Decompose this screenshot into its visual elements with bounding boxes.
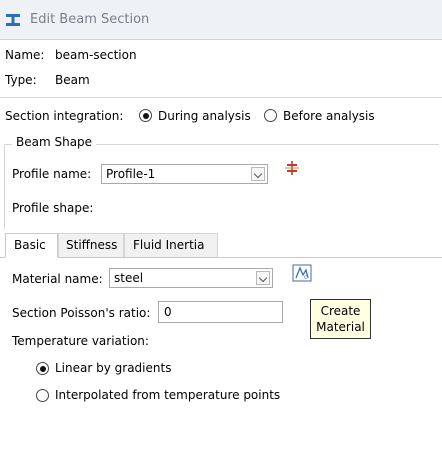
material-name-label: Material name: <box>12 272 103 286</box>
interpolated-points-radio[interactable] <box>36 389 49 402</box>
profile-shape-label: Profile shape: <box>12 201 94 215</box>
crosshair-icon[interactable] <box>284 160 300 176</box>
tooltip-line2: Material <box>316 320 365 334</box>
profile-name-value: Profile-1 <box>106 167 156 181</box>
material-name-combo[interactable]: steel <box>109 268 273 288</box>
tab-basic[interactable]: Basic <box>5 233 58 258</box>
poisson-ratio-value: 0 <box>164 305 172 319</box>
tab-fluid-inertia[interactable]: Fluid Inertia <box>124 233 218 257</box>
name-label: Name: <box>5 48 45 62</box>
type-label: Type: <box>5 73 37 87</box>
tab-stiffness-label: Stiffness <box>66 238 118 252</box>
profile-name-combo[interactable]: Profile-1 <box>101 164 268 184</box>
window-title: Edit Beam Section <box>30 12 150 27</box>
linear-gradients-radio[interactable] <box>36 362 49 375</box>
chevron-down-icon[interactable] <box>256 271 270 285</box>
tab-fluid-inertia-label: Fluid Inertia <box>133 238 205 252</box>
chevron-down-icon[interactable] <box>251 167 265 181</box>
during-analysis-radio[interactable] <box>139 109 152 122</box>
before-analysis-radio[interactable] <box>264 109 277 122</box>
beam-shape-group <box>4 144 439 229</box>
during-analysis-label[interactable]: During analysis <box>158 109 251 123</box>
tab-basic-label: Basic <box>14 238 46 252</box>
beam-shape-group-title: Beam Shape <box>12 135 97 149</box>
name-value: beam-section <box>55 48 137 62</box>
section-integration-label: Section integration: <box>5 109 124 123</box>
poisson-label: Section Poisson's ratio: <box>12 306 151 320</box>
create-material-icon[interactable]: c <box>292 264 312 282</box>
info-divider <box>0 97 442 98</box>
tab-stiffness[interactable]: Stiffness <box>58 233 124 257</box>
svg-text:c: c <box>304 274 307 281</box>
interpolated-points-label[interactable]: Interpolated from temperature points <box>55 388 280 402</box>
type-value: Beam <box>55 73 90 87</box>
temperature-variation-label: Temperature variation: <box>12 334 149 348</box>
tab-strip-line <box>0 257 442 258</box>
title-divider <box>0 39 442 40</box>
poisson-ratio-field[interactable]: 0 <box>158 301 283 323</box>
material-name-value: steel <box>114 271 144 285</box>
tooltip-line1: Create <box>320 304 361 318</box>
before-analysis-label[interactable]: Before analysis <box>283 109 375 123</box>
beam-section-icon <box>6 14 20 26</box>
linear-gradients-label[interactable]: Linear by gradients <box>55 361 171 375</box>
profile-name-label: Profile name: <box>12 167 92 181</box>
create-material-tooltip: Create Material <box>310 299 371 339</box>
title-bar: Edit Beam Section <box>0 0 442 39</box>
